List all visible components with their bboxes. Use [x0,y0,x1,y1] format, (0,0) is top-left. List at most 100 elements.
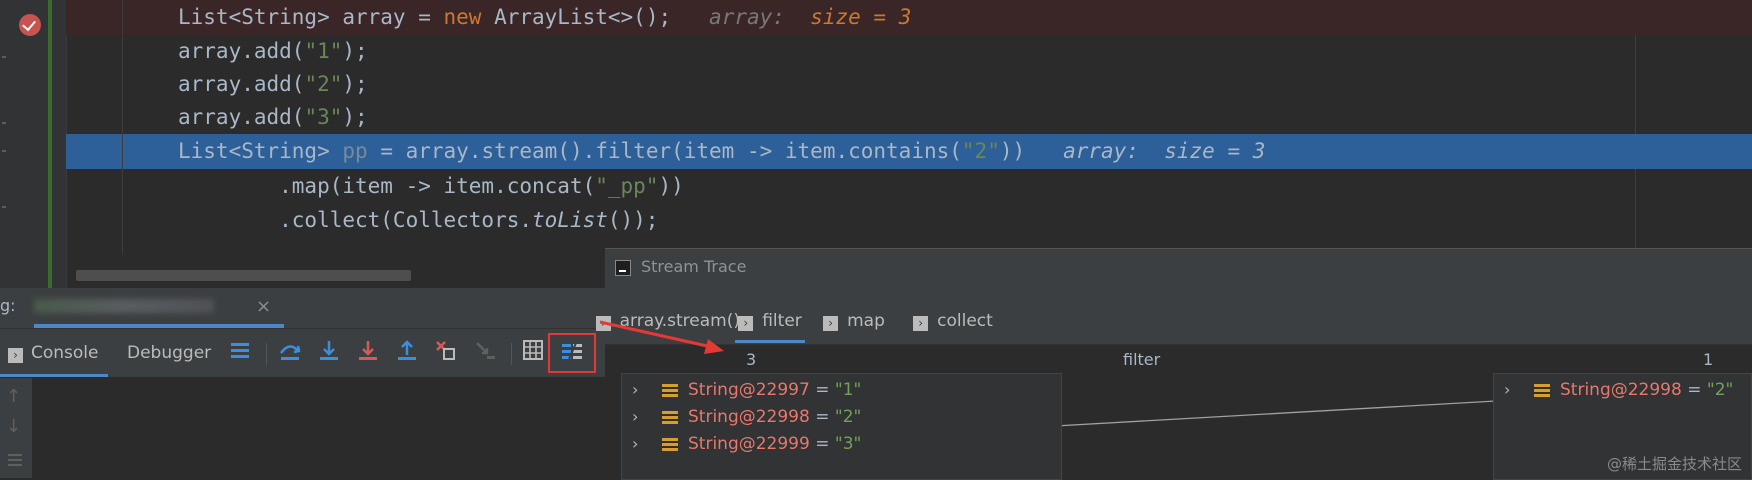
object-id: String@22998 [688,407,810,427]
code-token: .map(item -> item.concat( [178,174,596,198]
show-frames-icon[interactable] [226,339,254,367]
horizontal-scrollbar[interactable] [76,270,411,281]
drop-frame-icon[interactable] [432,339,460,367]
down-arrow-icon[interactable]: ↓ [6,416,21,437]
value-label: String@22997 = "1" [688,375,861,405]
code-text: array.add("3"); [178,100,368,135]
code-token: .collect(Collectors. [178,208,533,232]
trace-tab-3[interactable]: › collect [906,299,1000,343]
inline-value: size = 3 [810,5,912,29]
annotation-arrow [599,320,724,354]
field-icon [662,384,678,397]
chevron-right-icon: › [823,316,839,331]
code-token: "2" [304,72,343,96]
code-token: pp [342,139,368,163]
inline-value-name: array: [1063,139,1139,163]
session-tab-indicator [34,324,284,328]
list-item[interactable]: › String@22999 = "3" [622,429,1061,459]
list-item[interactable]: › String@22998 = "2" [622,402,1061,432]
code-line[interactable]: .map(item -> item.concat("_pp")) [66,169,1752,204]
chevron-right-icon: › [913,316,929,331]
editor-gutter[interactable] [0,0,48,288]
stream-trace-titlebar[interactable]: Stream Trace [605,249,1752,289]
code-text: List<String> array = new ArrayList<>(); … [178,0,911,35]
code-token: ); [342,72,368,96]
tab-debugger-label: Debugger [127,343,212,363]
force-step-into-icon[interactable] [354,339,382,367]
toolbar-separator [511,343,512,365]
inline-hint-gap [1139,139,1164,163]
code-token: "2" [961,139,1000,163]
code-line[interactable]: array.add("3"); [66,100,1752,135]
code-token: ()); [607,208,659,232]
up-arrow-icon[interactable]: ↑ [6,386,21,407]
stream-trace-dialog: Stream Trace ›array.stream()›filter›map›… [595,248,1752,480]
code-token: new [443,5,482,29]
code-line[interactable]: array.add("2"); [66,67,1752,102]
tab-console-label: Console [31,343,99,363]
code-token: ); [342,105,368,129]
field-icon [1534,384,1550,397]
indent-guide [122,0,123,254]
console-icon: › [8,348,23,363]
code-token: ArrayList<>(); [481,5,672,29]
code-text: array.add("1"); [178,34,368,69]
fold-column[interactable] [52,0,67,288]
session-name-blurred [34,299,214,313]
debug-session-tab[interactable] [34,292,220,324]
code-text: .map(item -> item.concat("_pp")) [178,169,684,204]
step-out-icon[interactable] [393,339,421,367]
debug-tool-window: g: × › Console Debugger ↑ ↓ [0,288,605,478]
breakpoint-icon[interactable] [19,14,41,36]
code-editor[interactable]: List<String> array = new ArrayList<>(); … [0,0,1752,288]
code-token: List<String> [178,139,343,163]
trace-tab-label: collect [937,311,993,331]
code-token: array.add( [178,39,305,63]
string-value: "2" [1706,380,1734,400]
inline-hint-gap [785,5,810,29]
debug-side-toolbar: ↑ ↓ [0,378,32,478]
code-line[interactable]: List<String> pp = array.stream().filter(… [66,134,1752,169]
run-to-cursor-icon[interactable] [471,339,499,367]
tab-debugger[interactable]: Debugger [127,329,211,377]
step-into-icon[interactable] [315,339,343,367]
chevron-right-icon[interactable]: › [632,375,638,405]
trace-tab-2[interactable]: › map [821,299,887,343]
chevron-right-icon[interactable]: › [632,429,638,459]
source-values-list[interactable]: › String@22997 = "1" › String@22998 = "2" › S… [621,373,1062,480]
code-token: List<String> array = [178,5,444,29]
gutter-marker [2,206,6,208]
string-value: "3" [834,434,862,454]
chevron-right-icon[interactable]: › [1504,375,1510,405]
list-item[interactable]: › String@22997 = "1" [622,375,1061,405]
code-text: List<String> pp = array.stream().filter(… [178,134,1265,169]
list-item[interactable]: › String@22998 = "2" [1494,375,1751,405]
code-text: .collect(Collectors.toList()); [178,203,658,238]
close-icon[interactable]: × [256,296,271,317]
dialog-title: Stream Trace [641,257,747,276]
code-token: array.add( [178,72,305,96]
inline-value-name: array: [709,5,785,29]
code-token: "1" [304,39,343,63]
string-value: "2" [834,407,862,427]
trace-tab-label: map [847,311,885,331]
code-line[interactable]: .collect(Collectors.toList()); [66,203,1752,238]
soft-wrap-icon[interactable] [6,450,24,473]
step-over-icon[interactable] [276,339,304,367]
chevron-right-icon[interactable]: › [632,402,638,432]
inline-hint-gap [1025,139,1063,163]
debug-toolbar: › Console Debugger [0,329,605,377]
debug-session-tabs: g: × [0,288,605,329]
code-token: ); [342,39,368,63]
chevron-right-icon: › [738,316,754,331]
code-line[interactable]: List<String> array = new ArrayList<>(); … [66,0,1752,35]
trace-tab-1[interactable]: › filter [735,299,805,343]
equals-sign: = [1681,380,1707,400]
tab-console[interactable]: › Console [0,329,108,377]
code-line[interactable]: array.add("1"); [66,34,1752,69]
trace-view: 3 filter 1 › String@22997 = "1" › String@22… [605,344,1752,480]
code-token: "_pp" [595,174,659,198]
object-id: String@22997 [688,380,810,400]
gutter-marker [2,150,6,152]
evaluate-expression-icon[interactable] [519,339,547,367]
